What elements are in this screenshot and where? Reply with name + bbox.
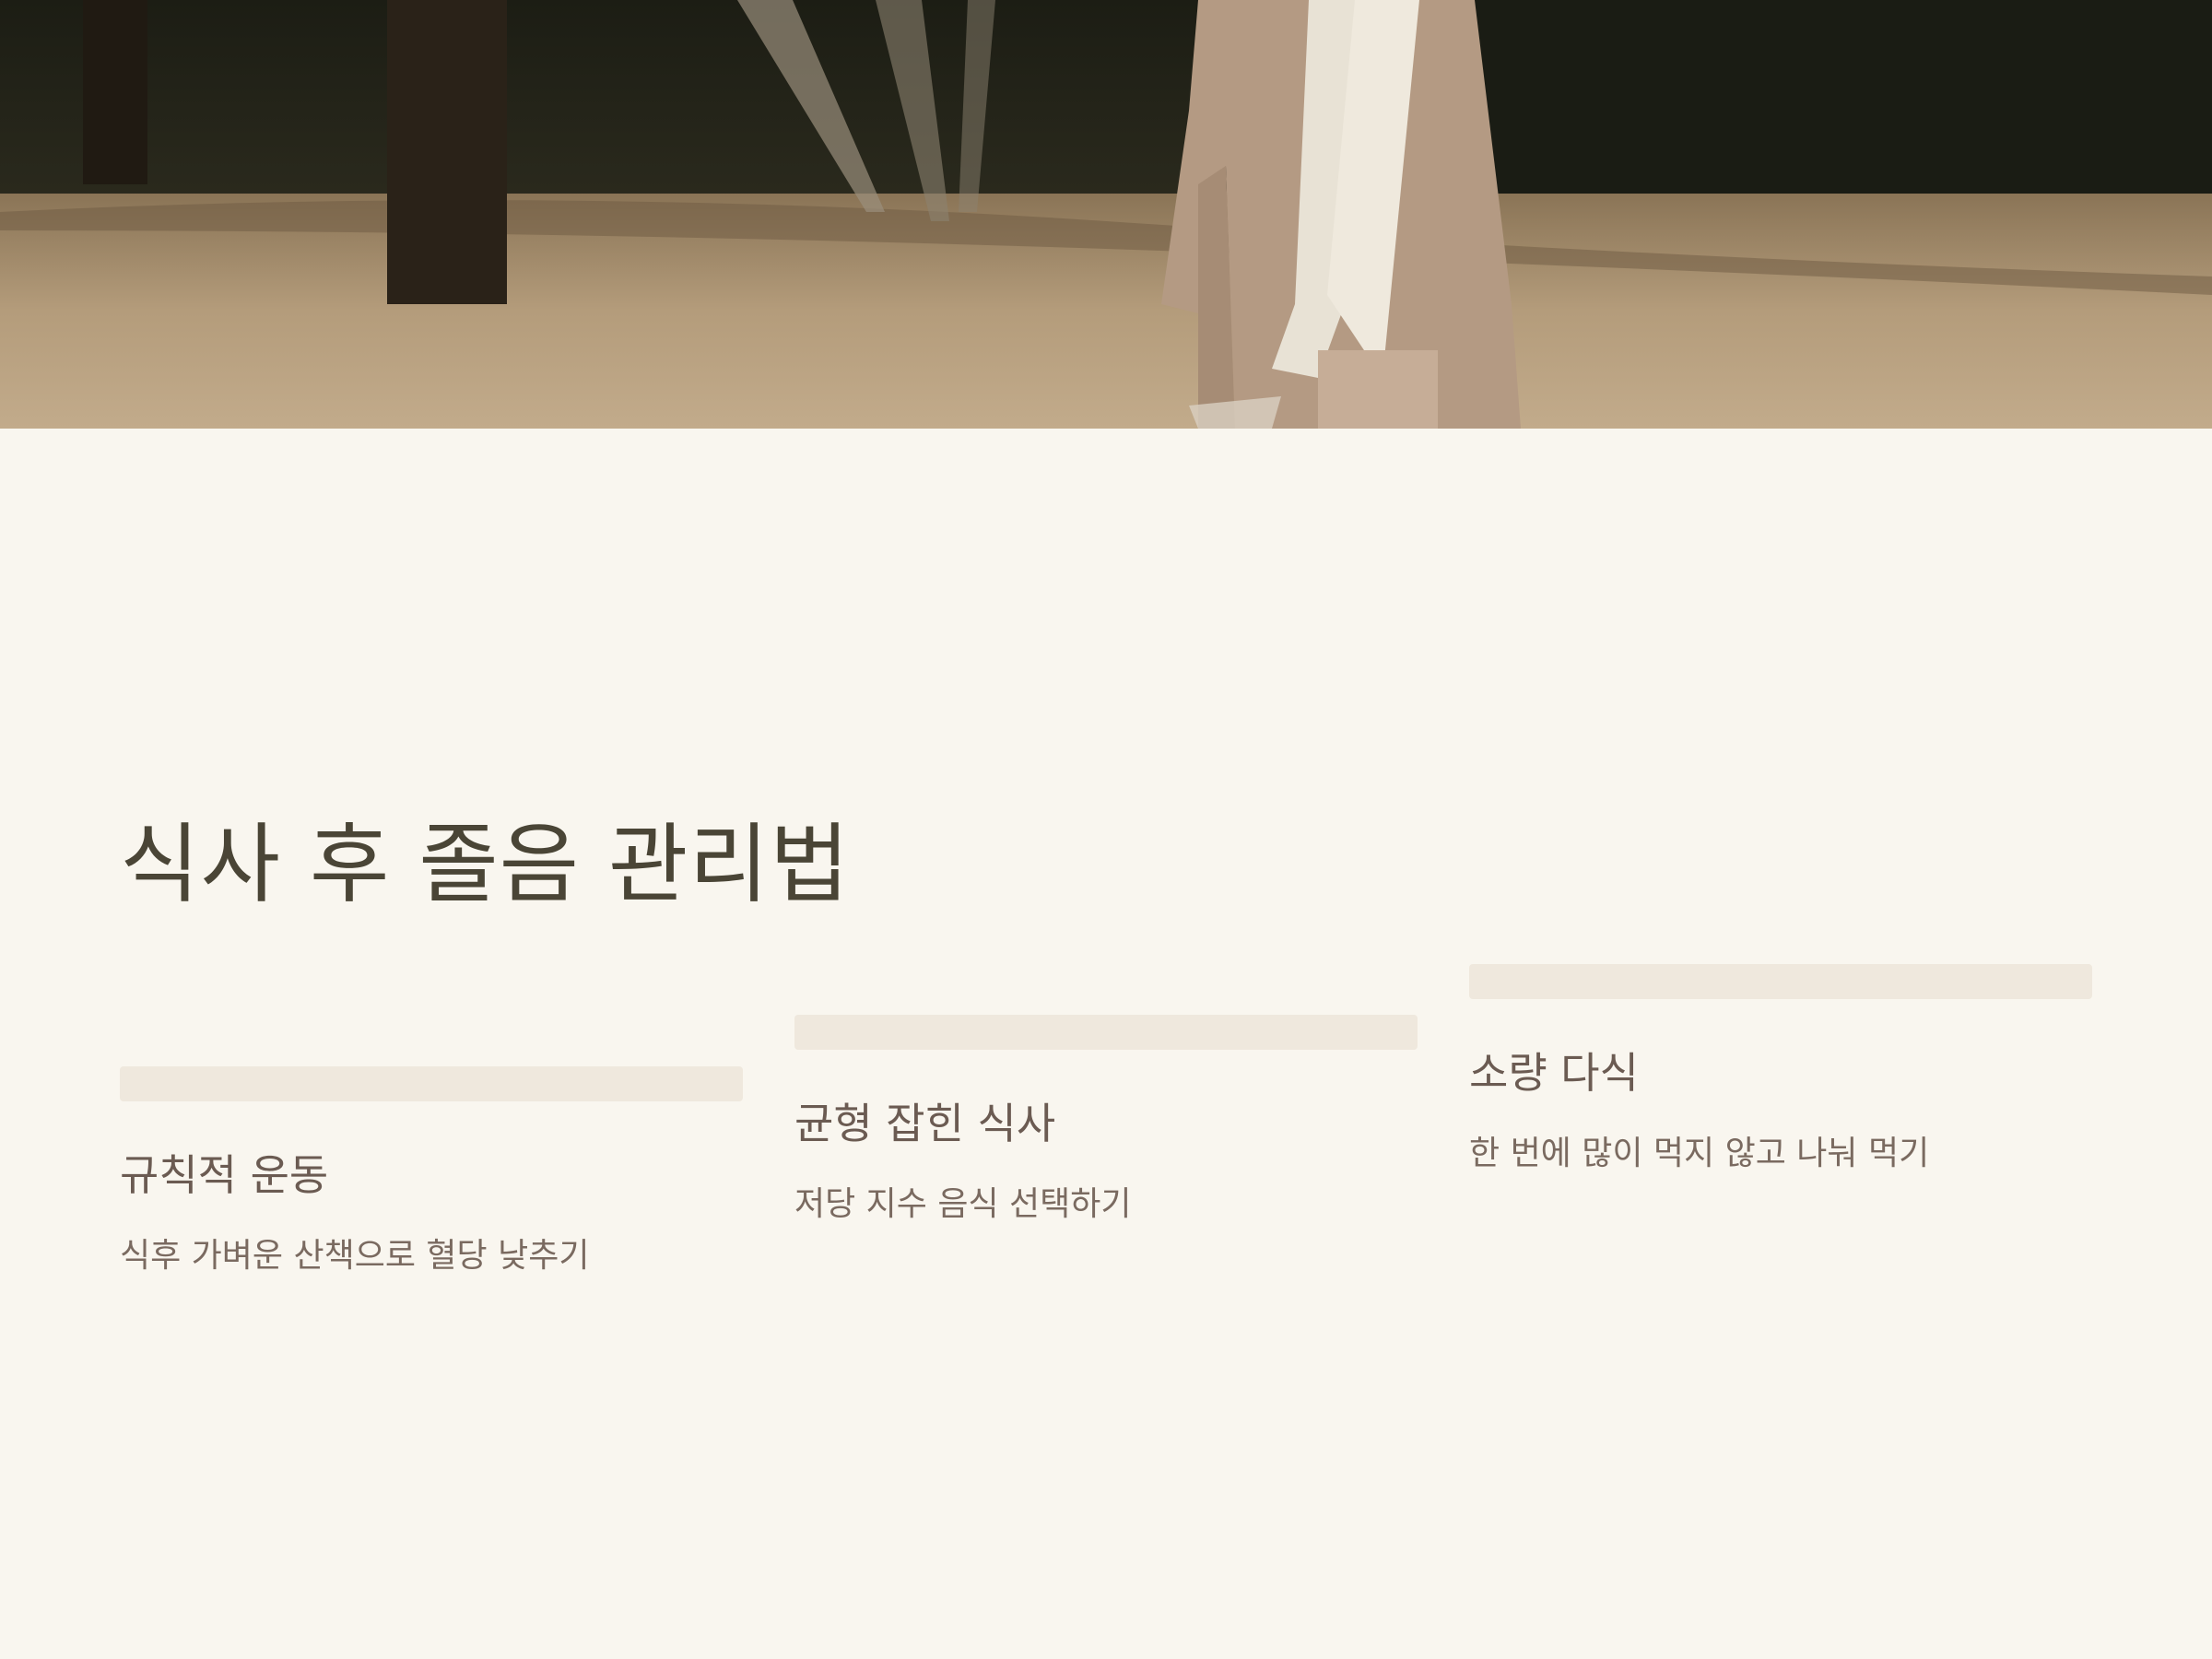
card-description: 저당 지수 음식 선택하기 <box>794 1185 1132 1223</box>
card-accent-bar <box>794 1015 1418 1050</box>
tip-card-exercise: 규칙적 운동 식후 가벼운 산책으로 혈당 낮추기 <box>120 1066 743 1277</box>
hero-photo <box>0 0 2212 429</box>
slide-title: 식사 후 졸음 관리법 <box>120 815 851 915</box>
card-accent-bar <box>1469 964 2092 999</box>
tip-card-balanced-meal: 균형 잡힌 식사 저당 지수 음식 선택하기 <box>794 1015 1418 1225</box>
card-title: 균형 잡힌 식사 <box>794 1099 1056 1148</box>
card-description: 한 번에 많이 먹지 않고 나눠 먹기 <box>1469 1135 1930 1172</box>
tip-card-small-meals: 소량 다식 한 번에 많이 먹지 않고 나눠 먹기 <box>1469 964 2092 1174</box>
card-description: 식후 가벼운 산책으로 혈당 낮추기 <box>120 1237 590 1275</box>
park-scene-image <box>0 0 2212 429</box>
card-accent-bar <box>120 1066 743 1101</box>
card-title: 소량 다식 <box>1469 1048 1639 1098</box>
card-title: 규칙적 운동 <box>120 1150 329 1200</box>
